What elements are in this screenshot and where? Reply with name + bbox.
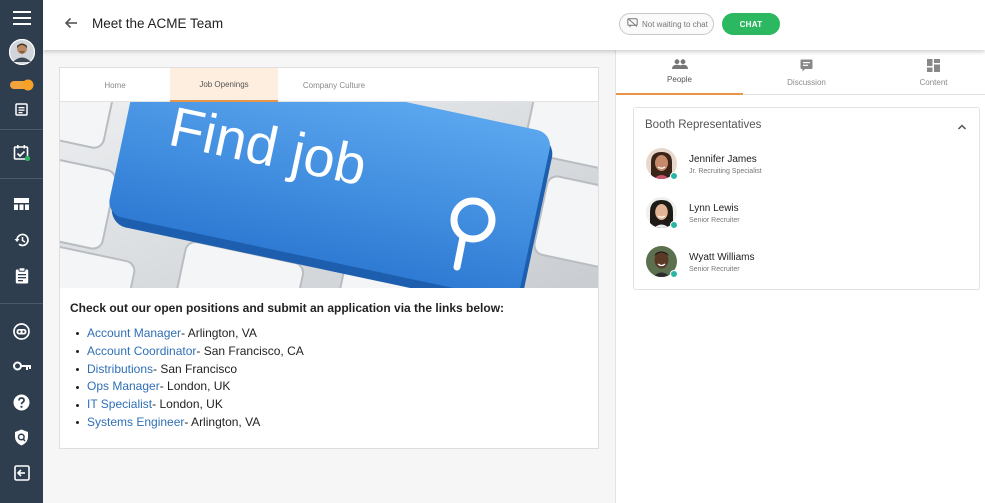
bot-icon[interactable]: [0, 321, 43, 341]
content-tabs: Home Job Openings Company Culture: [60, 68, 598, 102]
job-location: - Arlington, VA: [184, 414, 261, 429]
discussion-icon: [800, 59, 813, 74]
waiting-status-button[interactable]: Not waiting to chat: [619, 13, 714, 35]
panel-tabs: People Discussion Content: [616, 50, 985, 95]
tab-content-label: Content: [919, 77, 948, 87]
online-status-dot: [670, 270, 678, 278]
history-icon[interactable]: [0, 231, 43, 249]
job-link-distributions[interactable]: Distributions: [87, 361, 153, 379]
logout-icon[interactable]: [0, 463, 43, 483]
people-icon: [671, 59, 688, 71]
shield-icon[interactable]: [0, 427, 43, 447]
top-header: Meet the ACME Team Not waiting to chat C…: [43, 0, 985, 50]
rep-wyatt-williams[interactable]: Wyatt Williams Senior Recruiter: [646, 246, 966, 280]
rep-lynn-lewis[interactable]: Lynn Lewis Senior Recruiter: [646, 197, 966, 231]
main-content: Home Job Openings Company Culture Find j…: [43, 50, 615, 503]
job-item: Account Coordinator - San Francisco, CA: [76, 343, 304, 361]
job-location: - San Francisco: [153, 361, 238, 376]
job-link-systems-engineer[interactable]: Systems Engineer: [87, 414, 184, 432]
tab-people[interactable]: People: [616, 50, 743, 95]
user-avatar[interactable]: [0, 38, 43, 66]
tab-discussion[interactable]: Discussion: [743, 50, 870, 95]
find-job-banner: Find job: [60, 102, 598, 288]
job-location: - London, UK: [159, 379, 231, 394]
rep-role: Jr. Recruiting Specialist: [689, 168, 762, 175]
rep-name: Wyatt Williams: [689, 252, 755, 263]
tab-job-openings[interactable]: Job Openings: [170, 68, 278, 102]
status-toggle[interactable]: [0, 78, 43, 92]
rep-name: Jennifer James: [689, 154, 757, 165]
agenda-icon[interactable]: [0, 101, 43, 117]
job-item: IT Specialist - London, UK: [76, 396, 304, 414]
job-link-account-coordinator[interactable]: Account Coordinator: [87, 343, 196, 361]
tab-people-label: People: [667, 75, 692, 84]
calendar-check-icon[interactable]: [0, 142, 43, 162]
job-link-ops-manager[interactable]: Ops Manager: [87, 378, 160, 396]
key-icon[interactable]: [0, 357, 43, 375]
job-location: - San Francisco, CA: [196, 343, 304, 358]
rep-name: Lynn Lewis: [689, 203, 739, 214]
job-item: Distributions - San Francisco: [76, 361, 304, 379]
tab-company-culture[interactable]: Company Culture: [278, 68, 390, 102]
online-status-dot: [670, 172, 678, 180]
section-title: Booth Representatives: [645, 119, 762, 131]
chat-button[interactable]: CHAT: [722, 13, 780, 35]
tab-home[interactable]: Home: [60, 68, 170, 102]
job-link-it-specialist[interactable]: IT Specialist: [87, 396, 152, 414]
job-openings-intro: Check out our open positions and submit …: [70, 301, 505, 315]
online-status-dot: [670, 221, 678, 229]
job-location: - London, UK: [152, 397, 223, 412]
rep-role: Senior Recruiter: [689, 266, 740, 273]
dashboard-icon[interactable]: [0, 195, 43, 213]
no-chat-icon: [627, 18, 638, 30]
content-icon: [927, 58, 940, 74]
rep-role: Senior Recruiter: [689, 217, 740, 224]
job-location: - Arlington, VA: [181, 326, 257, 340]
job-item: Systems Engineer - Arlington, VA: [76, 414, 304, 432]
job-list: Account Manager - Arlington, VA Account …: [76, 325, 304, 432]
job-link-account-manager[interactable]: Account Manager: [87, 325, 181, 343]
chevron-up-icon[interactable]: [956, 120, 968, 132]
job-item: Account Manager - Arlington, VA: [76, 325, 304, 343]
right-panel: People Discussion Content Booth Represen…: [615, 50, 985, 503]
sidebar: [0, 0, 43, 503]
back-arrow-icon[interactable]: [63, 15, 79, 31]
booth-card: Home Job Openings Company Culture Find j…: [59, 67, 599, 449]
clipboard-icon[interactable]: [0, 265, 43, 285]
tab-content[interactable]: Content: [870, 50, 985, 95]
waiting-status-label: Not waiting to chat: [642, 19, 708, 29]
job-item: Ops Manager - London, UK: [76, 378, 304, 396]
booth-representatives-section: Booth Representatives Jennifer James Jr.…: [633, 107, 980, 290]
tab-discussion-label: Discussion: [787, 77, 826, 87]
rep-jennifer-james[interactable]: Jennifer James Jr. Recruiting Specialist: [646, 148, 966, 182]
page-title: Meet the ACME Team: [92, 16, 224, 31]
menu-icon[interactable]: [0, 8, 43, 28]
help-icon[interactable]: [0, 392, 43, 412]
